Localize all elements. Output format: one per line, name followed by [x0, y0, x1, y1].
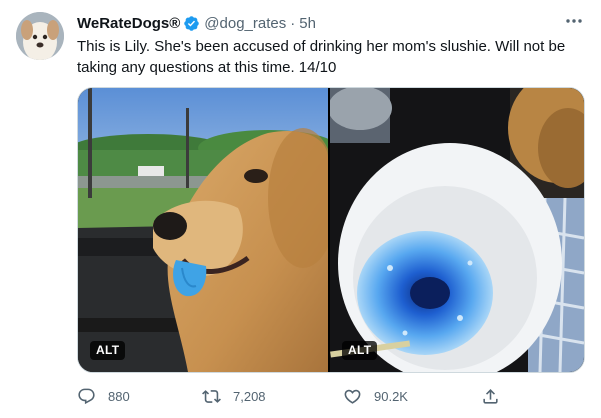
separator-dot: · [290, 14, 296, 32]
verified-badge-icon [183, 15, 200, 32]
timestamp[interactable]: 5h [299, 15, 316, 32]
retweet-count: 7,208 [233, 388, 266, 404]
avatar[interactable] [16, 12, 64, 60]
tweet[interactable]: WeRateDogs® @dog_rates · 5h This is Lily… [0, 0, 601, 418]
tweet-text: This is Lily. She's been accused of drin… [77, 38, 566, 76]
more-options-icon [566, 19, 582, 23]
retweet-button[interactable]: 7,208 [202, 384, 266, 408]
handle[interactable]: @dog_rates [204, 15, 286, 32]
share-icon [483, 388, 498, 404]
reply-button[interactable]: 880 [77, 384, 130, 408]
more-options-button[interactable] [561, 10, 587, 32]
share-button[interactable] [481, 384, 500, 408]
slushie-photo-image [330, 88, 584, 372]
photo-slushie-cup[interactable]: ALT [330, 88, 584, 372]
heart-icon [344, 389, 361, 404]
retweet-icon [202, 389, 221, 403]
reply-count: 880 [108, 388, 130, 404]
dog-photo-image [78, 88, 328, 372]
alt-badge[interactable]: ALT [90, 341, 126, 360]
like-count: 90.2K [374, 388, 408, 404]
media-grid: ALT ALT [77, 87, 585, 373]
reply-icon [78, 388, 95, 404]
photo-dog[interactable]: ALT [78, 88, 328, 372]
tweet-actions: 880 7,208 90.2K [77, 384, 517, 408]
tweet-header: WeRateDogs® @dog_rates · 5h [77, 12, 316, 34]
display-name[interactable]: WeRateDogs® [77, 15, 180, 32]
alt-badge[interactable]: ALT [342, 341, 378, 360]
like-button[interactable]: 90.2K [343, 384, 408, 408]
avatar-image [16, 12, 64, 60]
